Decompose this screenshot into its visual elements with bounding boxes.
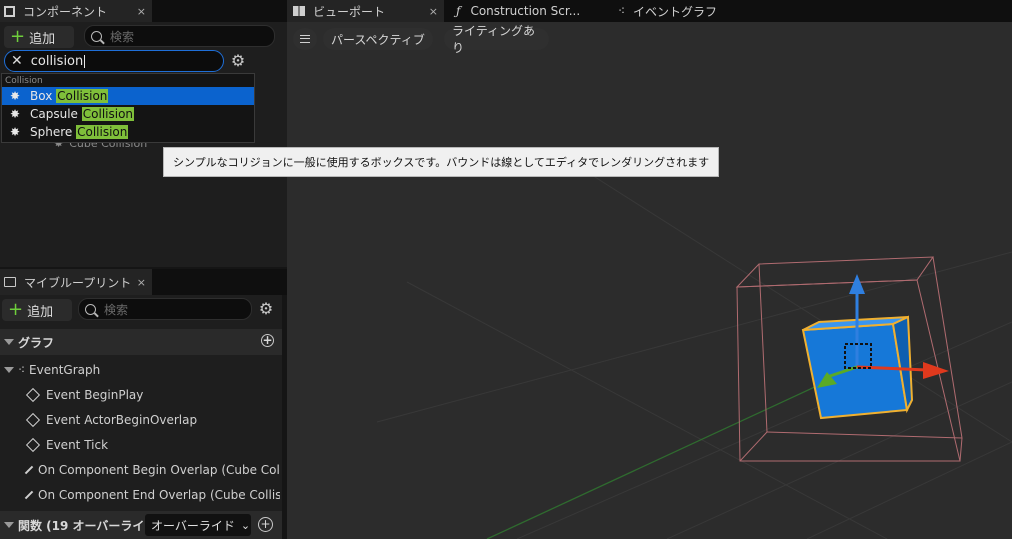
event-label: On Component End Overlap (Cube Collision… [38,487,280,502]
event-item[interactable]: Event Tick [24,432,280,457]
add-function-icon[interactable]: + [258,517,273,532]
viewport-menu-button[interactable] [293,28,317,50]
graph-icon: ⁖ [618,4,626,18]
plus-icon: + [10,26,26,47]
event-diamond-icon [24,490,34,499]
search-placeholder: 検索 [110,29,135,44]
viewport-scene [376,171,1012,539]
item-prefix: Sphere [30,125,73,139]
event-graph-tab-title: イベントグラフ [633,4,718,19]
lighting-button[interactable]: ライティングあり [444,24,549,55]
event-item[interactable]: On Component Begin Overlap (Cube Collisi… [24,457,280,482]
graph-section-header[interactable]: グラフ + [0,329,282,355]
add-label: 追加 [27,304,54,320]
item-match: Collision [76,125,129,139]
collision-icon: ✸ [10,89,21,103]
search-icon [85,303,96,315]
viewport[interactable] [287,22,1012,539]
functions-section-label: 関数 (19 オーバーライド可能 [18,518,158,533]
tab-my-blueprint[interactable]: マイブループリント × [0,269,152,295]
event-diamond-icon [25,437,41,452]
event-label: On Component Begin Overlap (Cube Collisi… [38,462,280,477]
item-match: Collision [56,89,109,103]
search-icon [91,30,102,42]
blueprint-search[interactable]: 検索 [78,298,252,320]
clear-icon[interactable]: ✕ [11,53,23,69]
add-label: 追加 [29,31,56,47]
event-label: Event ActorBeginOverlap [46,412,198,427]
component-icon [4,5,15,17]
item-match: Collision [81,107,135,121]
caret [84,54,86,68]
event-diamond-icon [25,412,41,427]
dropdown-item-sphere-collision[interactable]: ✸ Sphere Collision [2,123,254,141]
search-placeholder: 検索 [104,302,129,317]
viewport-grid-icon [293,6,305,16]
gear-icon[interactable]: ⚙ [256,298,276,320]
override-label: オーバーライド [151,518,235,533]
tooltip: シンプルなコリジョンに一般に使用するボックスです。バウンドは線としてエディタでレ… [163,147,719,177]
item-prefix: Capsule [30,107,78,121]
blueprint-tab-title: マイブループリント [24,275,132,290]
override-dropdown[interactable]: オーバーライド ⌄ [145,514,251,536]
add-blueprint-item-button[interactable]: + 追加 [2,299,72,321]
component-dropdown: Collision ✸ Box Collision ✸ Capsule Coll… [1,73,255,143]
graph-icon: ⁖ [18,362,26,377]
function-icon: ƒ [456,4,461,18]
event-diamond-icon [24,465,34,474]
y-axis-line [486,371,848,539]
collision-icon: ✸ [10,125,21,139]
hamburger-icon [300,35,310,43]
component-filter-input[interactable]: ✕ collision [4,50,224,72]
add-component-button[interactable]: + 追加 [4,26,74,48]
book-icon [4,277,16,287]
chevron-down-icon [4,339,14,345]
item-prefix: Box [30,89,53,103]
tab-event-graph[interactable]: ⁖ イベントグラフ [612,0,762,22]
tab-components[interactable]: コンポーネント × [0,0,152,22]
event-item[interactable]: Event ActorBeginOverlap [24,407,280,432]
close-icon[interactable]: × [137,5,146,18]
collision-icon: ✸ [10,107,21,121]
close-icon[interactable]: × [429,5,438,18]
plus-icon: + [8,299,24,320]
chevron-down-icon [4,522,14,528]
close-icon[interactable]: × [137,276,146,289]
event-item[interactable]: Event BeginPlay [24,382,280,407]
components-tab-title: コンポーネント [23,4,108,19]
dropdown-item-capsule-collision[interactable]: ✸ Capsule Collision [2,105,254,123]
tab-viewport[interactable]: ビューポート × [287,0,444,22]
dropdown-item-box-collision[interactable]: ✸ Box Collision [2,87,254,105]
viewport-tab-title: ビューポート [313,4,386,19]
event-graph-item[interactable]: ⁖ EventGraph [0,357,282,382]
chevron-down-icon [4,366,14,373]
perspective-button[interactable]: パースペクティブ [323,28,433,50]
tab-construction-script[interactable]: ƒ Construction Scr... [448,0,608,22]
event-label: Event BeginPlay [46,387,144,402]
graph-section-label: グラフ [18,335,55,350]
dropdown-category: Collision [5,75,43,86]
add-circle-icon[interactable]: + [261,334,274,347]
event-item[interactable]: On Component End Overlap (Cube Collision… [24,482,280,507]
chevron-down-icon: ⌄ [240,518,251,532]
construction-tab-title: Construction Scr... [470,4,581,18]
filter-text: collision [30,53,84,69]
event-graph-label: EventGraph [29,362,101,377]
event-label: Event Tick [46,437,109,452]
event-diamond-icon [25,387,41,402]
gear-icon[interactable]: ⚙ [228,50,248,72]
components-search[interactable]: 検索 [84,25,275,47]
